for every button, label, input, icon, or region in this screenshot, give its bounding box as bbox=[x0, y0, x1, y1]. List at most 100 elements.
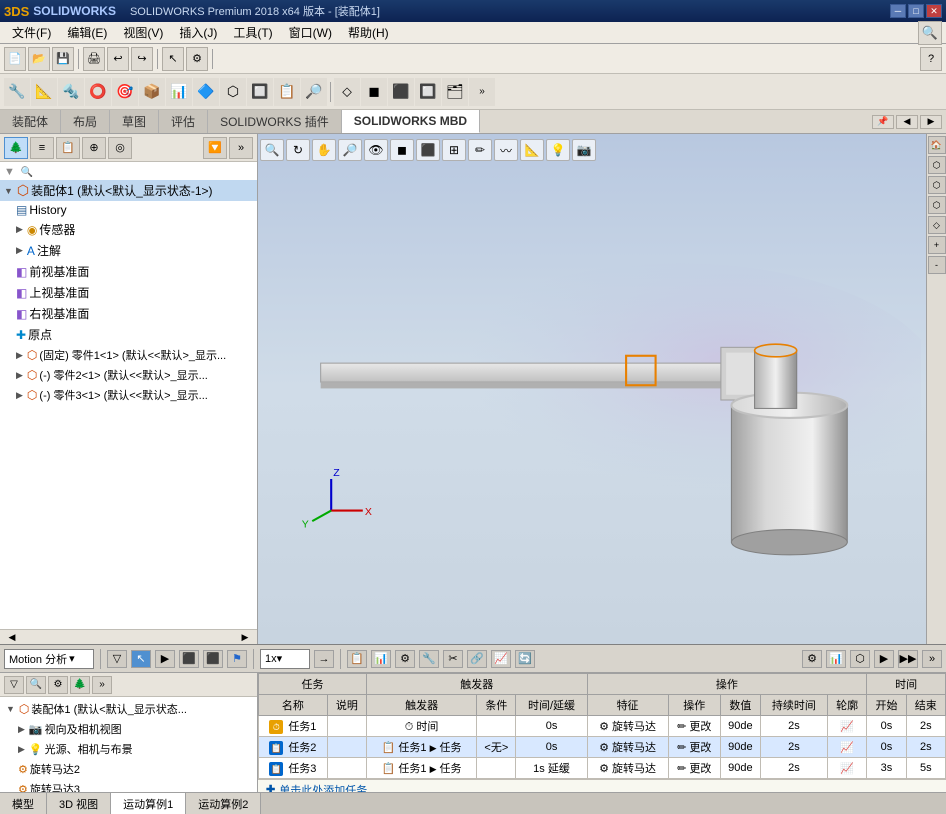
tab-layout[interactable]: 布局 bbox=[61, 110, 110, 133]
motion-icon5[interactable]: ✂ bbox=[443, 650, 463, 668]
tree-item-top-plane[interactable]: ◧ 上视基准面 bbox=[0, 282, 257, 303]
motion-expand[interactable]: ⬡ bbox=[850, 650, 870, 668]
assembly-icon16[interactable]: 🔲 bbox=[415, 78, 441, 106]
assembly-icon7[interactable]: 📊 bbox=[166, 78, 192, 106]
menu-window[interactable]: 窗口(W) bbox=[281, 22, 340, 43]
menu-file[interactable]: 文件(F) bbox=[4, 22, 59, 43]
bl-more[interactable]: » bbox=[92, 676, 112, 694]
tree-item-annotation[interactable]: ▶ A 注解 bbox=[0, 240, 257, 261]
play-btn[interactable]: ▶ bbox=[155, 650, 175, 668]
bt-motor2[interactable]: ⚙ 旋转马达2 bbox=[2, 759, 255, 779]
close-button[interactable]: ✕ bbox=[926, 4, 942, 18]
motion-icon1[interactable]: 📋 bbox=[347, 650, 367, 668]
tab-sw-plugins[interactable]: SOLIDWORKS 插件 bbox=[208, 110, 342, 133]
stop-btn[interactable]: ⬛ bbox=[179, 650, 199, 668]
tab-sw-mbd[interactable]: SOLIDWORKS MBD bbox=[342, 110, 480, 133]
vp-display-mode[interactable]: ⊞ bbox=[442, 139, 466, 161]
vp-view[interactable]: 👁 bbox=[364, 139, 388, 161]
vp-right-icon[interactable]: ⬡ bbox=[928, 196, 946, 214]
tree-item-history[interactable]: ▤ History bbox=[0, 201, 257, 219]
filter-btn[interactable]: ▽ bbox=[107, 650, 127, 668]
tree-scroll-left[interactable]: ◀ bbox=[4, 631, 20, 643]
vp-top-icon[interactable]: ⬡ bbox=[928, 176, 946, 194]
speed-arrow-right[interactable]: → bbox=[314, 650, 334, 668]
ribbon-pin[interactable]: 📌 bbox=[872, 115, 894, 129]
bt-root[interactable]: ▼ ⬡ 装配体1 (默认<默认_显示状态... bbox=[2, 699, 255, 719]
property-tab[interactable]: ≡ bbox=[30, 137, 54, 159]
motion-icon7[interactable]: 📈 bbox=[491, 650, 511, 668]
minimize-button[interactable]: ─ bbox=[890, 4, 906, 18]
expand-more-icon[interactable]: » bbox=[229, 137, 253, 159]
vp-camera[interactable]: 📷 bbox=[572, 139, 596, 161]
vp-zoom[interactable]: 🔎 bbox=[338, 139, 362, 161]
menu-edit[interactable]: 编辑(E) bbox=[59, 22, 115, 43]
filter-icon[interactable]: 🔽 bbox=[203, 137, 227, 159]
assembly-icon5[interactable]: 🎯 bbox=[112, 78, 138, 106]
assembly-icon2[interactable]: 📐 bbox=[31, 78, 57, 106]
vp-zoom-in-icon[interactable]: + bbox=[928, 236, 946, 254]
menu-tools[interactable]: 工具(T) bbox=[225, 22, 280, 43]
motion-icon4[interactable]: 🔧 bbox=[419, 650, 439, 668]
bl-filter[interactable]: ▽ bbox=[4, 676, 24, 694]
assembly-icon11[interactable]: 📋 bbox=[274, 78, 300, 106]
bl-config[interactable]: ⚙ bbox=[48, 676, 68, 694]
vp-section[interactable]: ⬛ bbox=[416, 139, 440, 161]
assembly-icon1[interactable]: 🔧 bbox=[4, 78, 30, 106]
print-button[interactable]: 🖨 bbox=[83, 47, 105, 71]
new-button[interactable]: 📄 bbox=[4, 47, 26, 71]
tree-item-part2[interactable]: ▶ ⬡ (-) 零件2<1> (默认<<默认>_显示... bbox=[0, 365, 257, 385]
expand-more[interactable]: » bbox=[469, 78, 495, 106]
assembly-icon10[interactable]: 🔲 bbox=[247, 78, 273, 106]
tab-assembly[interactable]: 装配体 bbox=[0, 110, 61, 133]
motion-icon6[interactable]: 🔗 bbox=[467, 650, 487, 668]
table-row[interactable]: 📋 任务2 📋 任务1 ▶ 任务 <无> 0s bbox=[259, 737, 946, 758]
select-button[interactable]: ↖ bbox=[162, 47, 184, 71]
assembly-icon4[interactable]: ⭕ bbox=[85, 78, 111, 106]
assembly-icon14[interactable]: ◼ bbox=[361, 78, 387, 106]
assembly-icon8[interactable]: 🔷 bbox=[193, 78, 219, 106]
assembly-icon17[interactable]: 🗂 bbox=[442, 78, 468, 106]
window-controls[interactable]: ─ □ ✕ bbox=[890, 4, 942, 18]
bottom-tab-3dview[interactable]: 3D 视图 bbox=[47, 793, 111, 814]
add-task-row[interactable]: ✚ 单击此处添加任务 bbox=[258, 779, 946, 792]
vp-shading[interactable]: ◼ bbox=[390, 139, 414, 161]
search-button[interactable]: 🔍 bbox=[918, 21, 942, 45]
cursor-btn[interactable]: ↖ bbox=[131, 650, 151, 668]
vp-zoom-to-fit[interactable]: 🔍 bbox=[260, 139, 284, 161]
vp-rapid-curve[interactable]: 〰 bbox=[494, 139, 518, 161]
menu-insert[interactable]: 插入(J) bbox=[171, 22, 225, 43]
menu-help[interactable]: 帮助(H) bbox=[340, 22, 397, 43]
vp-front-icon[interactable]: ⬡ bbox=[928, 156, 946, 174]
motion-settings[interactable]: ⚙ bbox=[802, 650, 822, 668]
motion-more[interactable]: ▶ bbox=[874, 650, 894, 668]
motion-icon3[interactable]: ⚙ bbox=[395, 650, 415, 668]
tree-root[interactable]: ▼ ⬡ 装配体1 (默认<默认_显示状态-1>) bbox=[0, 180, 257, 201]
bl-tree[interactable]: 🌲 bbox=[70, 676, 90, 694]
tree-item-front-plane[interactable]: ◧ 前视基准面 bbox=[0, 261, 257, 282]
motion-icon2[interactable]: 📊 bbox=[371, 650, 391, 668]
tab-sketch[interactable]: 草图 bbox=[110, 110, 159, 133]
redo-button[interactable]: ↪ bbox=[131, 47, 153, 71]
assembly-icon15[interactable]: ⬛ bbox=[388, 78, 414, 106]
viewport[interactable]: 🔍 ↻ ✋ 🔎 👁 ◼ ⬛ ⊞ ✏ 〰 📐 💡 📷 bbox=[258, 134, 946, 644]
options-button[interactable]: ⚙ bbox=[186, 47, 208, 71]
flag-btn[interactable]: ⚑ bbox=[227, 650, 247, 668]
help-button[interactable]: ? bbox=[920, 47, 942, 71]
tree-item-origin[interactable]: ✚ 原点 bbox=[0, 324, 257, 345]
vp-rotate[interactable]: ↻ bbox=[286, 139, 310, 161]
bt-cameras[interactable]: ▶ 📷 视向及相机视图 bbox=[2, 719, 255, 739]
save-button[interactable]: 💾 bbox=[52, 47, 74, 71]
motion-more2[interactable]: ▶▶ bbox=[898, 650, 918, 668]
bl-search[interactable]: 🔍 bbox=[26, 676, 46, 694]
table-row[interactable]: 📋 任务3 📋 任务1 ▶ 任务 1s 延缓 bbox=[259, 758, 946, 779]
bottom-tab-model[interactable]: 模型 bbox=[0, 793, 47, 814]
config-tab[interactable]: 📋 bbox=[56, 137, 80, 159]
vp-pan[interactable]: ✋ bbox=[312, 139, 336, 161]
assembly-icon9[interactable]: ⬡ bbox=[220, 78, 246, 106]
vp-rapid-sketch[interactable]: ✏ bbox=[468, 139, 492, 161]
undo-button[interactable]: ↩ bbox=[107, 47, 129, 71]
mate-tab[interactable]: ⊕ bbox=[82, 137, 106, 159]
tab-evaluate[interactable]: 评估 bbox=[159, 110, 208, 133]
stop-btn2[interactable]: ⬛ bbox=[203, 650, 223, 668]
tree-item-sensor[interactable]: ▶ ◉ 传感器 bbox=[0, 219, 257, 240]
